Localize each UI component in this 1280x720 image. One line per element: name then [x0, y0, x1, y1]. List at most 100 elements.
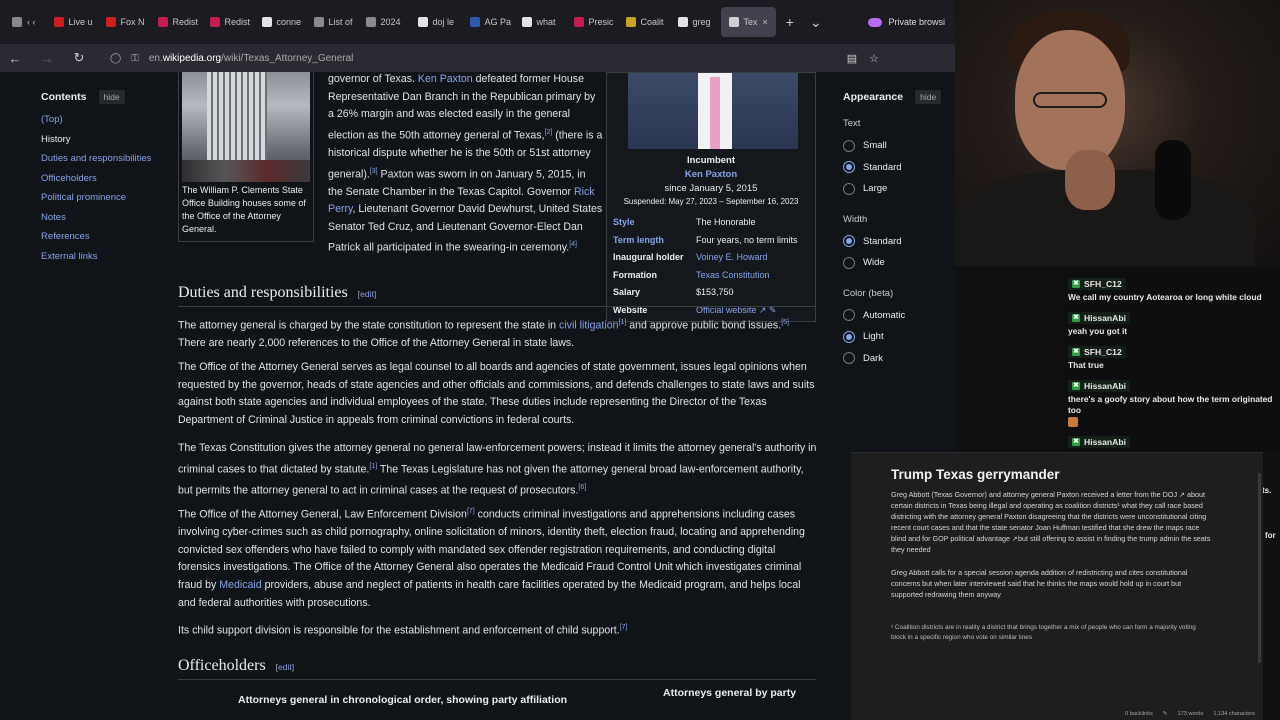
edit-link[interactable]: edit: [278, 662, 292, 672]
infobox-name-link[interactable]: Ken Paxton: [607, 169, 815, 180]
note-title[interactable]: Trump Texas gerrymander: [891, 467, 1060, 482]
note-paragraph-2[interactable]: Greg Abbott calls for a special session …: [891, 567, 1211, 600]
notes-editor[interactable]: Trump Texas gerrymander Greg Abbott (Tex…: [851, 452, 1263, 720]
radio-option[interactable]: Small: [843, 135, 955, 157]
radio-label: Standard: [863, 235, 902, 247]
reader-view-icon[interactable]: ▤: [847, 52, 857, 65]
browser-tab[interactable]: Redist: [150, 7, 200, 37]
bookmark-star-icon[interactable]: ☆: [869, 52, 879, 65]
paxton-photo[interactable]: [628, 73, 798, 149]
appearance-panel: Appearance hide Text Small Standard Large …: [843, 90, 955, 369]
tab-label: List of: [328, 17, 353, 27]
note-paragraph-1[interactable]: Greg Abbott (Texas Governor) and attorne…: [891, 489, 1211, 555]
chat-message: ✖ SFH_C12 We call my country Aotearoa or l…: [1068, 272, 1280, 303]
note-footnote[interactable]: ¹ Coalition districts are in reality a d…: [891, 623, 1211, 642]
radio-option[interactable]: Large: [843, 178, 955, 200]
link-medicaid[interactable]: Medicaid: [219, 579, 261, 591]
radio-label: Small: [863, 140, 887, 152]
tab-list-chevron-icon[interactable]: ⌄: [804, 10, 828, 34]
url-bar[interactable]: ◯ ⚿ en.wikipedia.org/wiki/Texas_Attorney…: [102, 47, 833, 69]
chat-text-content: there's a goofy story about how the term…: [1068, 394, 1273, 415]
toc-item[interactable]: External links: [41, 251, 171, 271]
browser-tab[interactable]: Redist: [202, 7, 252, 37]
toc-item[interactable]: Political prominence: [41, 192, 171, 212]
toc-item[interactable]: Officeholders: [41, 173, 171, 193]
browser-tab[interactable]: List of: [306, 7, 356, 37]
tab-favicon-icon: [469, 17, 480, 27]
radio-button-icon[interactable]: [843, 235, 855, 248]
chat-username[interactable]: ✖ HissanAbi: [1068, 312, 1131, 324]
radio-option[interactable]: Automatic: [843, 305, 955, 327]
infobox-key[interactable]: Term length: [613, 235, 696, 245]
link-ken-paxton[interactable]: Ken Paxton: [418, 73, 473, 85]
citation[interactable]: [6]: [578, 484, 586, 491]
pencil-icon: ✎: [1162, 711, 1168, 717]
browser-tab[interactable]: Tex ×: [720, 7, 776, 37]
toc-item[interactable]: History: [41, 134, 171, 154]
new-tab-button[interactable]: +: [778, 10, 802, 34]
building-photo[interactable]: [182, 72, 310, 182]
shield-icon[interactable]: ◯: [110, 53, 121, 64]
radio-button-icon[interactable]: [843, 182, 855, 195]
color-label: Color (beta): [843, 287, 894, 299]
citation[interactable]: [1]: [369, 463, 377, 470]
browser-tab[interactable]: greg: [670, 7, 719, 37]
infobox-suspended: Suspended: May 27, 2023 – September 16, …: [623, 197, 799, 206]
chat-username[interactable]: ✖ HissanAbi: [1068, 436, 1131, 448]
radio-button-icon[interactable]: [843, 161, 855, 174]
radio-button-icon[interactable]: [843, 330, 855, 343]
browser-tab[interactable]: Presic: [566, 7, 616, 37]
browser-tab-bar: ‹ ‹ Live u Fox N Redist Redist conne List of 20…: [0, 0, 955, 44]
toc-item[interactable]: Notes: [41, 212, 171, 232]
infobox-key[interactable]: Style: [613, 217, 696, 227]
appearance-hide-button[interactable]: hide: [915, 90, 942, 104]
tab-close-icon[interactable]: ×: [763, 17, 768, 27]
reload-icon[interactable]: ↻: [70, 50, 88, 66]
back-arrow-icon[interactable]: ←: [6, 51, 24, 66]
infobox-value[interactable]: Texas Constitution: [696, 270, 770, 280]
browser-tab[interactable]: 2024: [358, 7, 408, 37]
radio-button-icon[interactable]: [843, 139, 855, 152]
radio-option[interactable]: Dark: [843, 348, 955, 370]
toc-item[interactable]: References: [41, 231, 171, 251]
lock-icon[interactable]: ⚿: [131, 53, 139, 64]
notes-scrollbar[interactable]: [1258, 473, 1261, 663]
browser-tab[interactable]: Fox N: [98, 7, 148, 37]
chat-emote-icon: [1068, 416, 1078, 427]
browser-tab[interactable]: what: [514, 7, 564, 37]
citation[interactable]: [7]: [620, 624, 628, 631]
tab-favicon-icon: [12, 17, 22, 27]
chat-message: ✖ HissanAbi there's a goofy story about ho…: [1068, 374, 1280, 427]
toc-item[interactable]: (Top): [41, 114, 171, 134]
radio-button-icon[interactable]: [843, 309, 855, 322]
infobox-value: The Honorable: [696, 217, 756, 227]
thumbnail-caption: The William P. Clements State Office Bui…: [182, 185, 306, 234]
browser-nav-bar: ← → ↻ ◯ ⚿ en.wikipedia.org/wiki/Texas_At…: [0, 44, 955, 72]
citation[interactable]: [4]: [569, 241, 577, 248]
browser-tab[interactable]: Live u: [46, 7, 96, 37]
browser-tab[interactable]: ‹ ‹: [4, 7, 44, 37]
chat-username[interactable]: ✖ SFH_C12: [1068, 278, 1126, 290]
citation[interactable]: [3]: [370, 168, 378, 175]
radio-option[interactable]: Light: [843, 326, 955, 348]
radio-button-icon[interactable]: [843, 256, 855, 269]
citation[interactable]: [7]: [467, 508, 475, 515]
browser-tab[interactable]: conne: [254, 7, 304, 37]
browser-tab[interactable]: Coalit: [618, 7, 668, 37]
edit-link[interactable]: edit: [360, 289, 374, 299]
chat-username[interactable]: ✖ HissanAbi: [1068, 380, 1131, 392]
radio-option[interactable]: Standard: [843, 157, 955, 179]
radio-button-icon[interactable]: [843, 352, 855, 365]
citation[interactable]: [5]: [781, 319, 789, 326]
chat-username[interactable]: ✖ SFH_C12: [1068, 346, 1126, 358]
link-civil-litigation[interactable]: civil litigation: [559, 320, 618, 332]
browser-tab[interactable]: AG Pa: [462, 7, 512, 37]
chat-message: ✖HissanAbiliterally named after the guy …: [1068, 430, 1280, 452]
browser-tab[interactable]: doj le: [410, 7, 460, 37]
toc-item[interactable]: Duties and responsibilities: [41, 153, 171, 173]
radio-option[interactable]: Standard: [843, 231, 955, 253]
infobox-value[interactable]: Voiney E. Howard: [696, 252, 768, 262]
radio-option[interactable]: Wide: [843, 252, 955, 274]
toc-hide-button[interactable]: hide: [98, 90, 125, 104]
forward-arrow-icon[interactable]: →: [38, 51, 56, 66]
